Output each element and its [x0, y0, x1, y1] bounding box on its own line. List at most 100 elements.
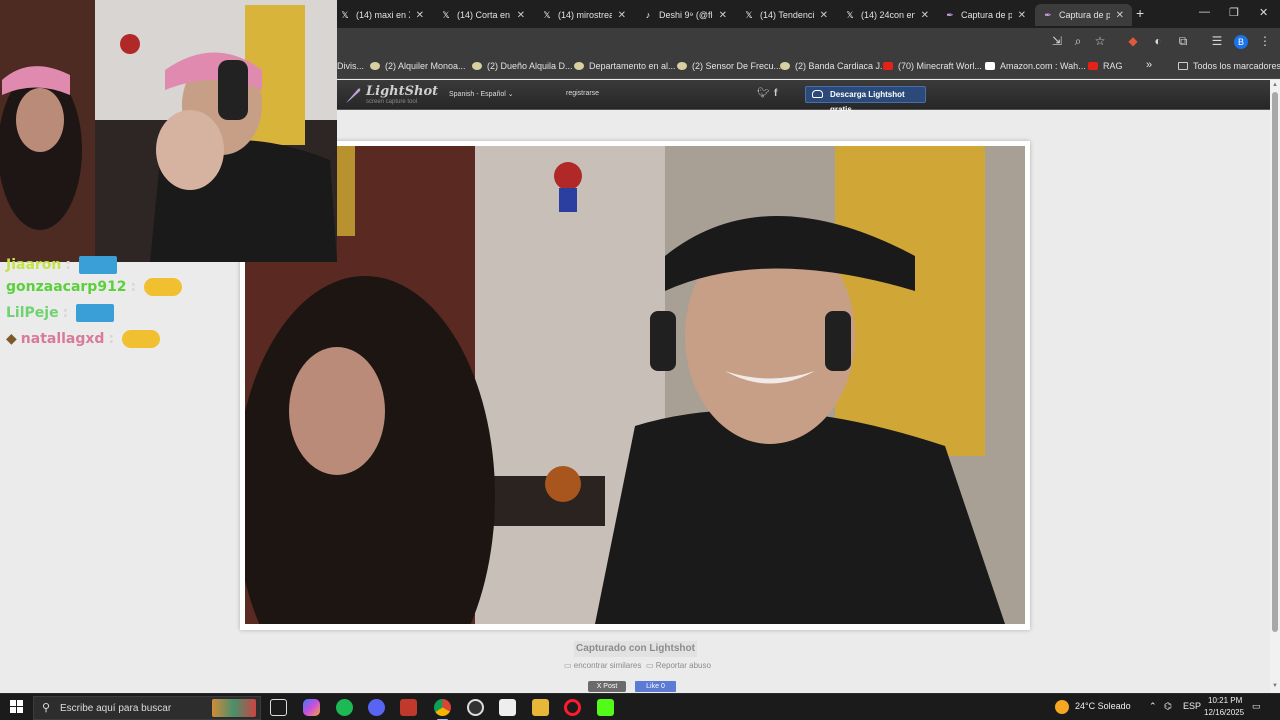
- scroll-down-icon[interactable]: ▼: [1272, 683, 1278, 689]
- close-icon[interactable]: ✕: [1018, 10, 1026, 21]
- chat-message: Jiaaron :: [6, 256, 118, 274]
- chrome-icon[interactable]: [434, 699, 451, 720]
- network-icon[interactable]: ⌬: [1164, 701, 1172, 712]
- menu-kebab-icon[interactable]: ⋮: [1258, 34, 1272, 48]
- chat-badge-icon: ◆: [6, 331, 17, 347]
- emote-image: [122, 330, 161, 348]
- x-post-button[interactable]: X Post: [588, 681, 626, 692]
- lightshot-logo[interactable]: LightShot: [366, 84, 438, 99]
- bookmark-item[interactable]: Amazon.com : Wah...: [985, 61, 1086, 71]
- opera-icon[interactable]: [564, 699, 581, 716]
- captured-with-lightshot-label: Capturado con Lightshot: [574, 641, 697, 657]
- star-bookmark-icon[interactable]: ☆: [1093, 34, 1107, 48]
- new-tab-button[interactable]: +: [1136, 5, 1144, 21]
- screenshot-image[interactable]: [245, 146, 1025, 624]
- x-logo-icon: 𝕏: [745, 10, 753, 20]
- app-icon[interactable]: [400, 699, 417, 716]
- scroll-up-icon[interactable]: ▲: [1272, 82, 1278, 88]
- scrollbar-thumb[interactable]: [1272, 92, 1278, 632]
- taskbar-search[interactable]: ⚲ Escribe aquí para buscar: [33, 696, 261, 720]
- bookmark-item[interactable]: (2) Banda Cardiaca J...: [780, 61, 888, 71]
- folder-icon: [1178, 62, 1188, 70]
- tab-captura-active[interactable]: ✒ Captura de pa ✕: [1035, 4, 1132, 26]
- facebook-icon[interactable]: f: [774, 88, 777, 99]
- emote-image: [79, 256, 118, 274]
- minimize-icon[interactable]: —: [1199, 6, 1210, 18]
- profile-avatar[interactable]: B: [1234, 35, 1248, 49]
- amazon-icon: [985, 62, 995, 70]
- extension-2-icon[interactable]: ◐: [1151, 34, 1165, 48]
- tab-corta[interactable]: 𝕏 (14) Corta en X ✕: [433, 4, 533, 26]
- x-logo-icon: 𝕏: [846, 10, 854, 20]
- webcam-scene: [0, 0, 337, 262]
- tab-tendencia[interactable]: 𝕏 (14) Tendencia ✕: [736, 4, 836, 26]
- report-abuse-link[interactable]: ▭ Reportar abuso: [646, 661, 711, 670]
- lightshot-icon: ✒: [1044, 10, 1052, 20]
- language-selector[interactable]: Spanish - Español ⌄: [449, 90, 514, 98]
- sun-weather-icon[interactable]: [1055, 700, 1069, 714]
- spotify-icon[interactable]: [336, 699, 353, 716]
- scrollbar[interactable]: ▲ ▼: [1270, 80, 1280, 693]
- close-icon[interactable]: ✕: [1116, 10, 1124, 21]
- bookmark-item[interactable]: Divis...: [337, 61, 364, 71]
- bookmarks-overflow-button[interactable]: »: [1146, 59, 1152, 71]
- close-icon[interactable]: ✕: [921, 10, 929, 21]
- close-icon[interactable]: ✕: [517, 10, 525, 21]
- zoom-icon[interactable]: ⌕: [1071, 34, 1085, 48]
- tab-maxi[interactable]: 𝕏 (14) maxi en X ✕: [332, 4, 432, 26]
- kick-icon[interactable]: [597, 699, 614, 716]
- capcut-icon[interactable]: [499, 699, 516, 716]
- webcam-overlay: [0, 0, 337, 262]
- screen: 𝕏 (14) maxi en X ✕ 𝕏 (14) Corta en X ✕ 𝕏…: [0, 0, 1280, 720]
- tiktok-icon: ♪: [645, 10, 651, 20]
- screenshot-scene: [245, 146, 1025, 624]
- task-view-icon[interactable]: [270, 699, 287, 716]
- search-highlight-image: [212, 699, 256, 717]
- file-explorer-icon[interactable]: [532, 699, 549, 716]
- close-icon[interactable]: ✕: [820, 10, 828, 21]
- clock-date[interactable]: 12/16/2025: [1204, 708, 1244, 717]
- bookmark-item[interactable]: (2) Alquiler Monoa...: [370, 61, 466, 71]
- lightshot-tagline: screen capture tool: [366, 99, 418, 105]
- x-logo-icon: 𝕏: [543, 10, 551, 20]
- bookmark-item[interactable]: Departamento en al...: [574, 61, 676, 71]
- clock-time[interactable]: 10:21 PM: [1208, 696, 1242, 705]
- windows-start-icon[interactable]: [10, 700, 23, 713]
- bookmark-item[interactable]: RAG: [1088, 61, 1123, 71]
- bookmark-item[interactable]: (70) Minecraft Worl...: [883, 61, 982, 71]
- extension-icon[interactable]: ◆: [1126, 34, 1140, 48]
- puzzle-extensions-icon[interactable]: ⧉: [1176, 34, 1190, 48]
- tab-mirostrea[interactable]: 𝕏 (14) mirostrea ✕: [534, 4, 634, 26]
- chevron-up-icon[interactable]: ⌃: [1149, 701, 1157, 712]
- bookmark-item[interactable]: (2) Sensor De Frecu...: [677, 61, 781, 71]
- close-icon[interactable]: ✕: [618, 10, 626, 21]
- notifications-icon[interactable]: ▭: [1252, 701, 1261, 712]
- register-link[interactable]: registrarse: [566, 90, 599, 97]
- tab-deshi[interactable]: ♪ Deshi 9⁹ (@flo ✕: [635, 4, 735, 26]
- facebook-like-button[interactable]: Like 0: [635, 681, 676, 692]
- find-similar-link[interactable]: ▭ encontrar similares: [564, 661, 641, 670]
- language-indicator[interactable]: ESP: [1183, 701, 1201, 711]
- restore-icon[interactable]: ❐: [1229, 6, 1239, 19]
- discord-icon[interactable]: [368, 699, 385, 716]
- close-window-icon[interactable]: ✕: [1259, 6, 1268, 19]
- weather-text[interactable]: 24°C Soleado: [1075, 701, 1131, 711]
- bookmark-item[interactable]: (2) Dueño Alquila D...: [472, 61, 573, 71]
- obs-icon[interactable]: [467, 699, 484, 716]
- close-icon[interactable]: ✕: [416, 10, 424, 21]
- chat-message: LilPeje :: [6, 304, 115, 322]
- install-app-icon[interactable]: ⇲: [1050, 34, 1064, 48]
- search-icon: ⚲: [42, 702, 51, 714]
- chat-message: ◆ natallagxd :: [6, 330, 161, 348]
- download-lightshot-button[interactable]: Descarga Lightshot gratis: [805, 86, 926, 114]
- all-bookmarks-button[interactable]: Todos los marcadores: [1178, 61, 1280, 71]
- reading-list-icon[interactable]: ☰: [1210, 34, 1224, 48]
- close-icon[interactable]: ✕: [719, 10, 727, 21]
- youtube-icon: [883, 62, 893, 70]
- twitter-icon[interactable]: 🐦︎: [757, 88, 770, 99]
- x-logo-icon: 𝕏: [442, 10, 450, 20]
- copilot-icon[interactable]: [303, 699, 320, 716]
- bookmark-icon: [370, 62, 380, 70]
- tab-captura-1[interactable]: ✒ Captura de pa ✕: [937, 4, 1034, 26]
- tab-24con[interactable]: 𝕏 (14) 24con en ✕: [837, 4, 937, 26]
